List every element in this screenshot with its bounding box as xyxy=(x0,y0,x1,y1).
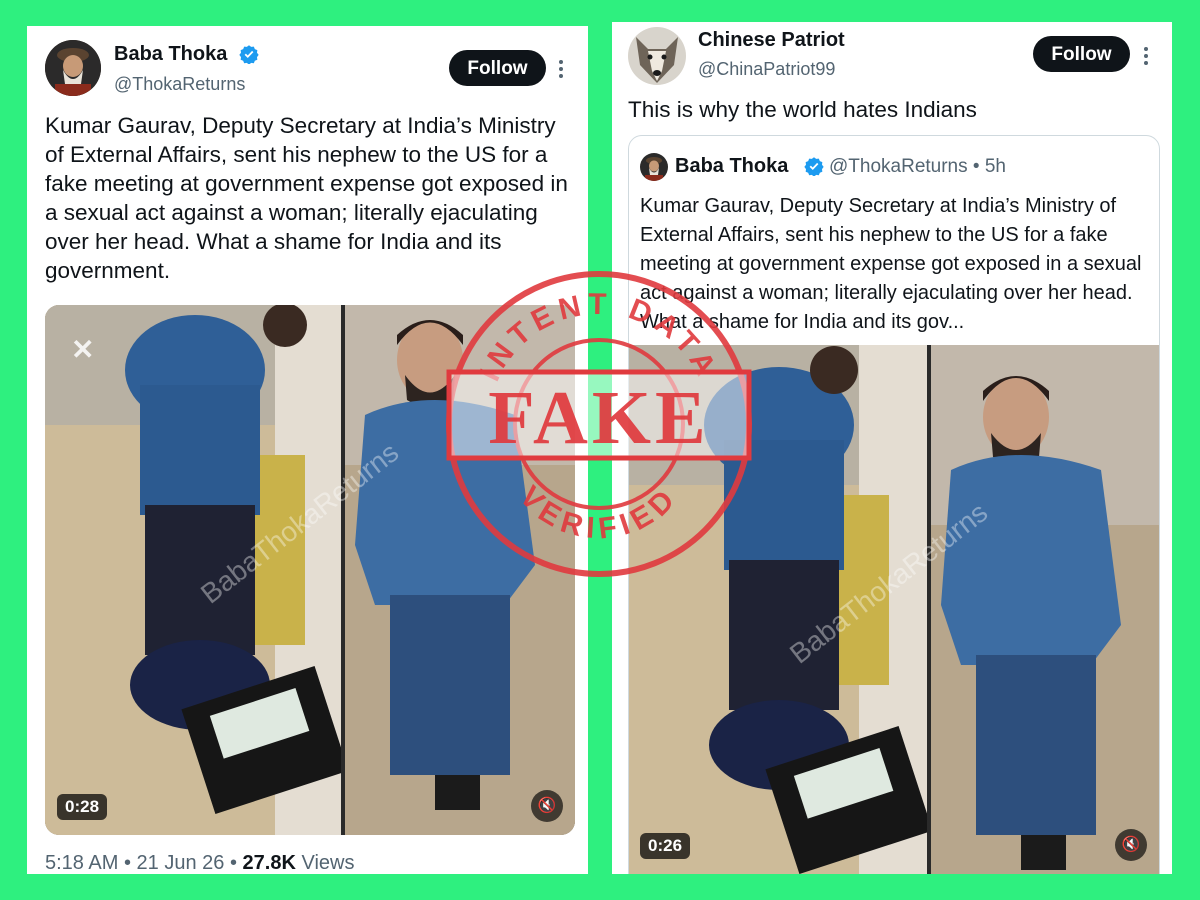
more-options-icon[interactable] xyxy=(1144,44,1152,68)
user-handle[interactable]: @ThokaReturns xyxy=(114,74,245,95)
more-options-icon[interactable] xyxy=(559,57,567,81)
video-duration: 0:28 xyxy=(57,794,108,820)
video-duration: 0:26 xyxy=(640,833,691,859)
follow-button[interactable]: Follow xyxy=(449,50,546,86)
views-label: Views xyxy=(301,852,355,874)
original-tweet-card: Baba Thoka @ThokaReturns Follow Kumar Ga… xyxy=(27,26,588,874)
tweet-text: Kumar Gaurav, Deputy Secretary at India’… xyxy=(45,113,568,283)
video-frame-right xyxy=(931,345,1159,874)
quoted-tweet-text: Kumar Gaurav, Deputy Secretary at India’… xyxy=(640,195,1142,333)
capcut-logo-icon: ✕ xyxy=(71,334,95,365)
quoted-display-name: Baba Thoka xyxy=(675,155,789,177)
follow-button[interactable]: Follow xyxy=(1033,36,1130,72)
video-frame-right xyxy=(345,305,575,835)
meta-separator: • xyxy=(229,852,237,874)
tweet-meta: 5:18 AM • 21 Jun 26 • 27.8K Views xyxy=(45,852,354,874)
mute-icon[interactable]: 🔇 xyxy=(1115,829,1147,861)
tweet-time[interactable]: 5:18 AM xyxy=(45,852,118,874)
tweet-date[interactable]: 21 Jun 26 xyxy=(137,852,225,874)
video-frame-left xyxy=(45,305,341,835)
views-count: 27.8K xyxy=(242,852,296,874)
quoted-tweet[interactable]: Baba Thoka @ThokaReturns • 5h Kumar Gaur… xyxy=(628,135,1160,874)
video-frame-left xyxy=(629,345,927,874)
user-handle[interactable]: @ChinaPatriot99 xyxy=(698,59,835,80)
avatar[interactable] xyxy=(628,27,686,85)
meta-separator: • xyxy=(123,852,131,874)
mute-icon[interactable]: 🔇 xyxy=(531,790,563,822)
avatar xyxy=(640,153,668,181)
video-player[interactable]: BabaThokaReturns 0:26 🔇 xyxy=(629,345,1159,874)
avatar[interactable] xyxy=(45,40,101,96)
tweet-text: This is why the world hates Indians xyxy=(628,97,977,122)
quote-tweet-card: Chinese Patriot @ChinaPatriot99 Follow T… xyxy=(612,22,1172,874)
verified-badge-icon xyxy=(804,157,824,176)
verified-badge-icon xyxy=(239,45,259,64)
quoted-handle: @ThokaReturns • 5h xyxy=(829,156,1006,177)
display-name[interactable]: Chinese Patriot xyxy=(698,29,845,52)
video-player[interactable]: ✕ BabaThokaReturns 0:28 🔇 xyxy=(45,305,575,835)
display-name[interactable]: Baba Thoka xyxy=(114,43,227,66)
